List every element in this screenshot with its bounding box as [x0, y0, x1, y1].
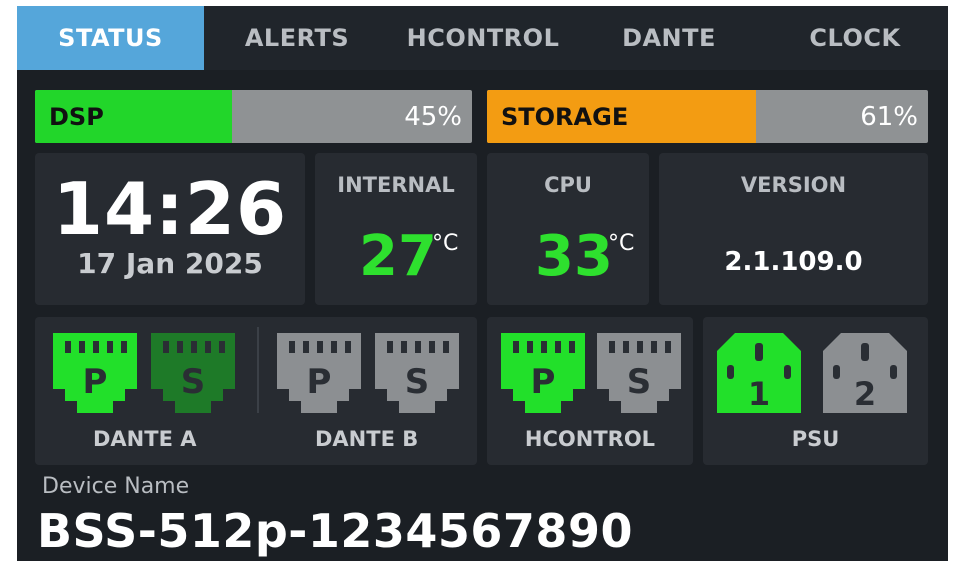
dante-b-primary-ethernet-icon: P [277, 333, 361, 413]
clock-time: 14:26 [52, 167, 288, 251]
psu-panel: 1 2 PSU [703, 317, 928, 465]
dsp-value: 45% [404, 101, 462, 132]
psu-label: PSU [791, 427, 840, 451]
clock-date: 17 Jan 2025 [77, 247, 263, 280]
version-title: VERSION [740, 173, 847, 197]
dante-ports-panel: P S P S DANTE A DANTE B [35, 317, 477, 465]
internal-temp-unit: °C [432, 231, 459, 256]
svg-text:P: P [83, 362, 108, 402]
internal-temp-title: INTERNAL [337, 173, 455, 197]
hcontrol-label: HCONTROL [524, 427, 656, 451]
svg-text:1: 1 [748, 375, 770, 413]
psu-1-power-icon: 1 [717, 333, 801, 413]
svg-text:S: S [627, 362, 652, 402]
svg-text:P: P [307, 362, 332, 402]
internal-temp-panel: INTERNAL 27 °C [315, 153, 477, 305]
dante-b-secondary-ethernet-icon: S [375, 333, 459, 413]
version-panel: VERSION 2.1.109.0 [659, 153, 928, 305]
psu-2-power-icon: 2 [823, 333, 907, 413]
cpu-temp-title: CPU [544, 173, 592, 197]
tab-status[interactable]: STATUS [17, 6, 204, 70]
tab-bar: STATUS ALERTS HCONTROL DANTE CLOCK [17, 6, 948, 70]
dante-b-label: DANTE B [315, 427, 419, 451]
svg-text:S: S [405, 362, 430, 402]
port-divider [257, 327, 259, 413]
tab-clock[interactable]: CLOCK [762, 6, 948, 70]
dsp-label: DSP [49, 102, 104, 131]
cpu-temp-panel: CPU 33 °C [487, 153, 649, 305]
storage-meter: STORAGE 61% [487, 90, 928, 143]
svg-text:2: 2 [854, 375, 876, 413]
storage-label: STORAGE [501, 102, 629, 131]
dante-a-secondary-ethernet-icon: S [151, 333, 235, 413]
clock-panel: 14:26 17 Jan 2025 [35, 153, 305, 305]
cpu-temp-unit: °C [608, 231, 635, 256]
version-value: 2.1.109.0 [724, 247, 863, 277]
svg-text:P: P [531, 362, 556, 402]
tab-dante[interactable]: DANTE [576, 6, 762, 70]
internal-temp-value: 27 [359, 224, 437, 289]
hcontrol-secondary-ethernet-icon: S [597, 333, 681, 413]
storage-value: 61% [860, 101, 918, 132]
tab-alerts[interactable]: ALERTS [204, 6, 390, 70]
tab-hcontrol[interactable]: HCONTROL [390, 6, 576, 70]
hcontrol-ports-panel: P S HCONTROL [487, 317, 693, 465]
hcontrol-primary-ethernet-icon: P [501, 333, 585, 413]
device-status-screen: STATUS ALERTS HCONTROL DANTE CLOCK DSP 4… [17, 6, 948, 561]
cpu-temp-value: 33 [535, 224, 613, 289]
dante-a-primary-ethernet-icon: P [53, 333, 137, 413]
device-name-label: Device Name [42, 474, 190, 499]
dsp-meter: DSP 45% [35, 90, 472, 143]
svg-text:S: S [181, 362, 206, 402]
dante-a-label: DANTE A [93, 427, 197, 451]
device-name-value: BSS-512p-1234567890 [37, 504, 633, 558]
